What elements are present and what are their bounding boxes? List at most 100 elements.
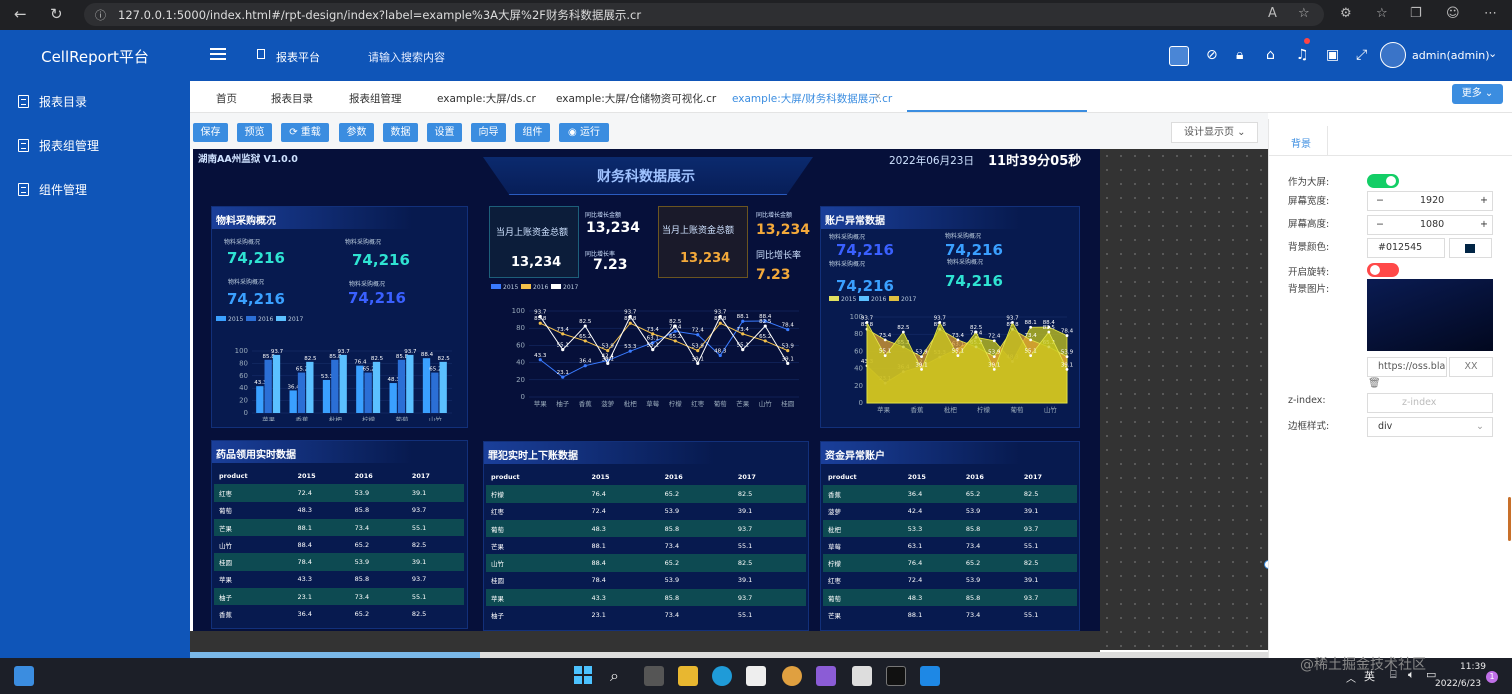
lock-icon[interactable]: 🔒︎: [1236, 47, 1243, 63]
table-header-row: product 2015 2016 2017: [486, 468, 806, 485]
plus-icon[interactable]: +: [1480, 195, 1488, 206]
tab-ds[interactable]: example:大屏/ds.cr: [437, 91, 536, 106]
clock-date[interactable]: 2022/6/23: [1435, 679, 1481, 689]
sidebar-item-report-catalog[interactable]: 报表目录: [18, 93, 87, 110]
screen-height-input[interactable]: − 1080 +: [1367, 215, 1493, 235]
settings-button[interactable]: 设置: [427, 123, 462, 142]
store-icon[interactable]: [746, 666, 766, 686]
screen-icon[interactable]: ▣: [1326, 47, 1339, 63]
collections-icon[interactable]: ❐: [1410, 6, 1422, 21]
tab-home[interactable]: 首页: [216, 91, 237, 106]
more-button[interactable]: 更多 ⌄: [1452, 84, 1503, 104]
wizard-button[interactable]: 向导: [471, 123, 506, 142]
save-button[interactable]: 保存: [193, 123, 228, 142]
extensions-icon[interactable]: ⚙: [1340, 6, 1352, 21]
search-input[interactable]: 请输入搜索内容: [368, 49, 445, 65]
table-cell: 93.7: [1018, 519, 1077, 538]
document-icon: [18, 139, 29, 152]
column-header: product: [828, 472, 857, 481]
terminal-icon[interactable]: [886, 666, 906, 686]
table-row: 桂圆 78.4 53.9 39.1: [214, 553, 464, 571]
bg-image-preview[interactable]: [1367, 279, 1493, 351]
trash-icon[interactable]: 🗑︎: [1368, 378, 1381, 389]
label-rotate: 开启旋转:: [1288, 267, 1330, 278]
design-page-select[interactable]: 设计显示页 ⌄: [1171, 122, 1258, 143]
platform-menu[interactable]: 报表平台: [276, 49, 320, 65]
notification-badge[interactable]: 1: [1486, 671, 1498, 683]
file-explorer-icon[interactable]: [678, 666, 698, 686]
minus-icon[interactable]: −: [1376, 195, 1384, 206]
tab-report-group[interactable]: 报表组管理: [349, 91, 402, 106]
rotate-toggle[interactable]: [1367, 263, 1399, 277]
app-icon[interactable]: [782, 666, 802, 686]
edge-icon[interactable]: [712, 666, 732, 686]
file-icon[interactable]: [852, 666, 872, 686]
border-style-select[interactable]: div ⌄: [1367, 417, 1493, 437]
table-cell: 43.3: [586, 589, 660, 607]
series-line: [539, 320, 788, 378]
chevron-up-icon[interactable]: ︿: [1346, 670, 1356, 685]
tab-finance[interactable]: example:大屏/财务科数据展示.cr: [732, 91, 892, 106]
more-icon[interactable]: ⋯: [1484, 6, 1497, 21]
search-icon[interactable]: ⌕: [610, 666, 619, 686]
tab-warehouse[interactable]: example:大屏/仓储物资可视化.cr: [556, 91, 716, 106]
params-button[interactable]: 参数: [339, 123, 374, 142]
vertical-scrollbar[interactable]: [1508, 497, 1511, 541]
more-label: 更多: [1461, 88, 1482, 99]
favorite-add-icon[interactable]: ☆: [1298, 6, 1310, 21]
x-tick-label: 葡萄: [714, 399, 728, 408]
shirt-icon[interactable]: ⌂: [1266, 47, 1275, 63]
bg-image-url-input[interactable]: https://oss.bla: [1367, 357, 1447, 377]
expand-icon[interactable]: ⤢: [1356, 47, 1367, 63]
clear-image-button[interactable]: XX: [1449, 357, 1493, 377]
reload-button[interactable]: ⟳ 重载: [281, 123, 329, 142]
zindex-input[interactable]: z-index: [1367, 393, 1493, 413]
bell-icon[interactable]: ♫: [1296, 47, 1309, 63]
preview-button[interactable]: 预览: [237, 123, 272, 142]
label-screen-width: 屏幕宽度:: [1288, 196, 1330, 207]
theme-icon[interactable]: ⊘: [1206, 47, 1218, 63]
read-aloud-icon[interactable]: A: [1268, 6, 1277, 21]
task-view-icon[interactable]: [644, 666, 664, 686]
run-button[interactable]: ◉ 运行: [559, 123, 609, 142]
components-button[interactable]: 组件: [515, 123, 550, 142]
clock-time[interactable]: 11:39: [1460, 662, 1486, 672]
favorites-icon[interactable]: ☆: [1376, 6, 1388, 21]
minus-icon[interactable]: −: [1376, 219, 1384, 230]
dashboard-canvas[interactable]: 湖南AA州监狱 V1.0.0 财务科数据展示 2022年06月23日 11时39…: [193, 149, 1100, 631]
tab-background[interactable]: 背景: [1291, 135, 1311, 150]
data-point: [1029, 325, 1033, 329]
sidebar-item-report-group[interactable]: 报表组管理: [18, 137, 99, 154]
volume-icon[interactable]: 🔈︎: [1408, 668, 1415, 682]
vscode-icon[interactable]: [920, 666, 940, 686]
bg-color-input[interactable]: #012545: [1367, 238, 1445, 258]
url-text[interactable]: 127.0.0.1:5000/index.html#/rpt-design/in…: [118, 7, 641, 23]
data-button[interactable]: 数据: [383, 123, 418, 142]
hamburger-icon[interactable]: [210, 48, 226, 60]
input-language[interactable]: 英: [1364, 668, 1375, 684]
screen-width-input[interactable]: − 1920 +: [1367, 191, 1493, 211]
table-cell: 72.4: [292, 484, 350, 502]
reload-icon[interactable]: ↻: [50, 5, 63, 23]
chevron-down-icon[interactable]: ⌄: [1488, 47, 1497, 60]
profile-icon[interactable]: ☺: [1446, 6, 1460, 21]
panel-title: 账户异常数据: [825, 216, 885, 227]
back-icon[interactable]: ←: [14, 5, 27, 23]
network-icon[interactable]: ⌸: [1390, 668, 1397, 682]
big-screen-toggle[interactable]: [1367, 174, 1399, 188]
close-tab-icon[interactable]: ×: [874, 92, 882, 102]
color-picker[interactable]: [1449, 238, 1492, 258]
sidebar-item-components[interactable]: 组件管理: [18, 181, 87, 198]
table-cell: 88.1: [591, 541, 606, 550]
avatar[interactable]: [1380, 42, 1406, 68]
visual-studio-icon[interactable]: [816, 666, 836, 686]
card-label: 当月上账资金总额: [662, 226, 735, 236]
fullscreen-toggle-icon[interactable]: [1169, 46, 1189, 66]
user-name[interactable]: admin(admin): [1412, 49, 1490, 62]
table-cell: 菠萝: [828, 508, 841, 517]
info-icon[interactable]: ⓘ: [95, 7, 106, 23]
tab-report-catalog[interactable]: 报表目录: [271, 91, 313, 106]
widgets-icon[interactable]: [14, 666, 34, 686]
plus-icon[interactable]: +: [1480, 219, 1488, 230]
start-icon[interactable]: [574, 666, 592, 684]
